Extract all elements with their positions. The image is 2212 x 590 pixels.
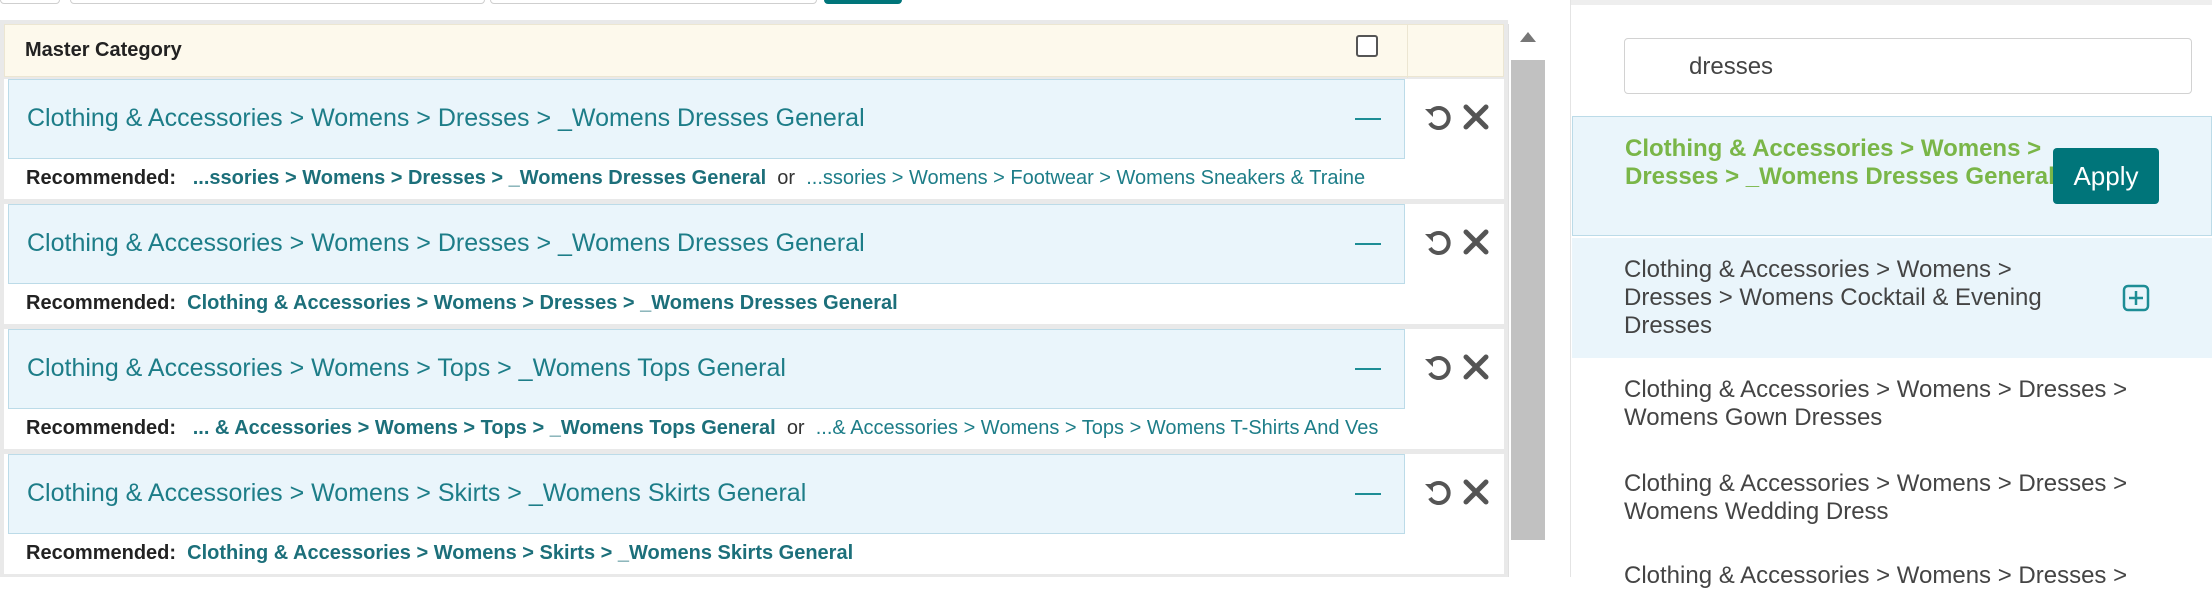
master-category-title: Master Category <box>25 39 182 61</box>
toolbar-button[interactable] <box>824 0 902 4</box>
category-path: Clothing & Accessories > Womens > Skirts… <box>27 479 807 507</box>
recommended-label: Recommended: <box>26 292 177 314</box>
undo-icon[interactable] <box>1422 101 1454 133</box>
mapping-row: Clothing & Accessories > Womens > Dresse… <box>4 79 1504 199</box>
recommended-label: Recommended: <box>26 417 177 439</box>
search-result[interactable]: Clothing & Accessories > Womens > Dresse… <box>1572 454 2212 548</box>
or-separator: or <box>786 417 805 439</box>
result-label: Clothing & Accessories > Womens > Dresse… <box>1625 135 2055 190</box>
search-result[interactable]: Clothing & Accessories > Womens > Dresse… <box>1572 360 2212 454</box>
result-label: Clothing & Accessories > Womens > Dresse… <box>1624 256 2042 339</box>
or-separator: or <box>777 167 796 189</box>
recommended-line: Recommended: Clothing & Accessories > Wo… <box>26 542 1406 565</box>
minus-icon[interactable] <box>1355 243 1381 245</box>
recommended-option-alt[interactable]: ...ssories > Womens > Footwear > Womens … <box>806 167 1365 189</box>
recommended-line: Recommended: Clothing & Accessories > Wo… <box>26 292 1406 315</box>
category-selector[interactable]: Clothing & Accessories > Womens > Dresse… <box>8 79 1405 159</box>
category-path: Clothing & Accessories > Womens > Tops >… <box>27 354 786 382</box>
toolbar-field[interactable] <box>70 0 485 4</box>
search-result[interactable]: Clothing & Accessories > Womens > Dresse… <box>1572 238 2212 358</box>
list-scrollbar[interactable] <box>1508 24 1546 577</box>
recommended-option[interactable]: Clothing & Accessories > Womens > Skirts… <box>187 542 853 564</box>
recommended-line: Recommended: ...ssories > Womens > Dress… <box>26 167 1406 190</box>
category-path: Clothing & Accessories > Womens > Dresse… <box>27 229 865 257</box>
category-selector[interactable]: Clothing & Accessories > Womens > Dresse… <box>8 204 1405 284</box>
mapping-row: Clothing & Accessories > Womens > Tops >… <box>4 329 1504 449</box>
close-icon[interactable] <box>1460 351 1492 383</box>
search-result[interactable]: Clothing & Accessories > Womens > Dresse… <box>1572 548 2212 589</box>
close-icon[interactable] <box>1460 101 1492 133</box>
master-category-header: Master Category <box>4 24 1504 78</box>
header-divider <box>1407 25 1408 78</box>
category-path: Clothing & Accessories > Womens > Dresse… <box>27 104 865 132</box>
toolbar-field-small[interactable] <box>0 0 60 4</box>
recommended-line: Recommended: ... & Accessories > Womens … <box>26 417 1406 440</box>
category-selector[interactable]: Clothing & Accessories > Womens > Skirts… <box>8 454 1405 534</box>
scroll-thumb[interactable] <box>1511 60 1545 540</box>
search-result-selected[interactable]: Clothing & Accessories > Womens > Dresse… <box>1572 116 2212 236</box>
minus-icon[interactable] <box>1355 493 1381 495</box>
apply-button[interactable]: Apply <box>2053 148 2159 204</box>
mapping-row: Clothing & Accessories > Womens > Dresse… <box>4 204 1504 324</box>
mapping-row: Clothing & Accessories > Womens > Skirts… <box>4 454 1504 574</box>
recommended-option[interactable]: ...ssories > Womens > Dresses > _Womens … <box>193 167 766 189</box>
recommended-option-alt[interactable]: ...& Accessories > Womens > Tops > Women… <box>816 417 1379 439</box>
toolbar-field-2[interactable] <box>490 0 817 4</box>
minus-icon[interactable] <box>1355 368 1381 370</box>
recommended-label: Recommended: <box>26 542 177 564</box>
recommended-label: Recommended: <box>26 167 177 189</box>
select-all-checkbox[interactable] <box>1356 35 1378 57</box>
scroll-up-arrow-icon[interactable] <box>1520 32 1536 42</box>
recommended-option[interactable]: ... & Accessories > Womens > Tops > _Wom… <box>193 417 776 439</box>
minus-icon[interactable] <box>1355 118 1381 120</box>
search-value: dresses <box>1689 53 1774 80</box>
category-selector[interactable]: Clothing & Accessories > Womens > Tops >… <box>8 329 1405 409</box>
category-search-input[interactable]: dresses <box>1624 38 2192 94</box>
undo-icon[interactable] <box>1422 476 1454 508</box>
undo-icon[interactable] <box>1422 226 1454 258</box>
undo-icon[interactable] <box>1422 351 1454 383</box>
result-label: Clothing & Accessories > Womens > Dresse… <box>1624 562 2128 589</box>
plus-square-icon[interactable] <box>2122 284 2150 312</box>
close-icon[interactable] <box>1460 476 1492 508</box>
result-label: Clothing & Accessories > Womens > Dresse… <box>1624 376 2128 431</box>
recommended-option[interactable]: Clothing & Accessories > Womens > Dresse… <box>187 292 898 314</box>
close-icon[interactable] <box>1460 226 1492 258</box>
result-label: Clothing & Accessories > Womens > Dresse… <box>1624 470 2128 525</box>
